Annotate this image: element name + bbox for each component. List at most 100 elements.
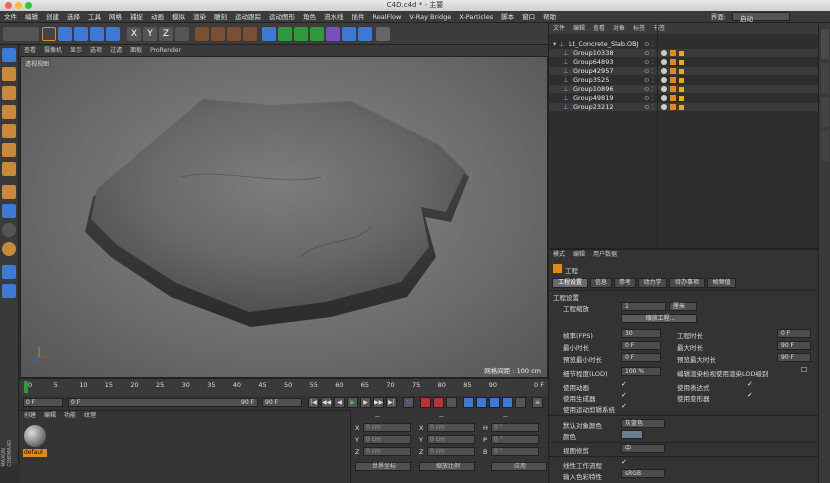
- attr-menu-item-2[interactable]: 用户数据: [589, 250, 621, 260]
- phong-tag-icon[interactable]: [679, 78, 684, 83]
- material-name[interactable]: defaul: [23, 449, 47, 457]
- material-tag-icon[interactable]: [661, 104, 667, 110]
- keyframe-selection-icon[interactable]: [446, 397, 457, 408]
- menu-item-0[interactable]: 文件: [0, 11, 21, 23]
- phong-tag-icon[interactable]: [679, 51, 684, 56]
- param-key-icon[interactable]: [502, 397, 513, 408]
- material-tag-icon[interactable]: [661, 68, 667, 74]
- menu-item-11[interactable]: 运动跟踪: [231, 11, 265, 23]
- timeline-ruler[interactable]: 0 F 0 5 10 15 20 25 30 35 40 45 50 55 60 65 70 75 80 85 90: [20, 378, 548, 396]
- phong-tag-icon[interactable]: [679, 69, 684, 74]
- tweak-mode-icon[interactable]: [2, 185, 16, 199]
- edge-mode-icon[interactable]: [2, 124, 16, 138]
- menu-item-13[interactable]: 角色: [299, 11, 320, 23]
- menu-item-20[interactable]: 窗口: [518, 11, 539, 23]
- material-tag-icon[interactable]: [661, 95, 667, 101]
- render-view-icon[interactable]: [195, 27, 209, 41]
- texture-tag-icon[interactable]: [670, 104, 676, 110]
- rotation-key-icon[interactable]: [489, 397, 500, 408]
- linear-workflow-checkbox[interactable]: ✓: [621, 458, 627, 466]
- y-axis-icon[interactable]: Y: [143, 27, 157, 41]
- deformer-icon[interactable]: [326, 27, 340, 41]
- side-tab-structure[interactable]: [821, 97, 829, 127]
- phong-tag-icon[interactable]: [679, 60, 684, 65]
- use-deformer-checkbox[interactable]: ✓: [747, 391, 753, 399]
- visibility-dots-icon[interactable]: ⊙ ⁚: [644, 40, 654, 48]
- prev-key-icon[interactable]: ◀◀: [321, 397, 332, 408]
- menu-item-7[interactable]: 动画: [147, 11, 168, 23]
- material-tag-icon[interactable]: [661, 86, 667, 92]
- coord-size-field[interactable]: 0 cm: [427, 435, 475, 444]
- menu-item-12[interactable]: 运动图形: [265, 11, 299, 23]
- auto-key-icon[interactable]: [433, 397, 444, 408]
- material-menu-item-3[interactable]: 纹理: [80, 411, 100, 420]
- zoom-window-icon[interactable]: [25, 2, 32, 9]
- visibility-dots-icon[interactable]: ⊙ ⁚: [644, 94, 654, 102]
- scene-icon[interactable]: [342, 27, 356, 41]
- preview-min-field[interactable]: 0 F: [621, 353, 661, 362]
- side-tab-layers[interactable]: [821, 131, 829, 161]
- menu-item-5[interactable]: 网格: [105, 11, 126, 23]
- undo-redo-icon[interactable]: [3, 27, 39, 41]
- render-picture-icon[interactable]: [211, 27, 225, 41]
- texture-tag-icon[interactable]: [670, 59, 676, 65]
- menu-item-10[interactable]: 雕刻: [210, 11, 231, 23]
- x-axis-icon[interactable]: X: [127, 27, 141, 41]
- end-frame-field[interactable]: 90 F: [262, 398, 302, 407]
- expand-icon[interactable]: ▾: [553, 40, 556, 48]
- apply-button[interactable]: 应用: [491, 462, 547, 471]
- attr-tab-2[interactable]: 参考: [614, 278, 636, 288]
- workplane-icon[interactable]: [2, 242, 16, 256]
- visibility-dots-icon[interactable]: ⊙ ⁚: [644, 76, 654, 84]
- position-key-icon[interactable]: [463, 397, 474, 408]
- coord-size-field[interactable]: 0 cm: [427, 423, 475, 432]
- attr-menu-item-1[interactable]: 编辑: [569, 250, 589, 260]
- coord-pos-field[interactable]: 0 cm: [363, 447, 411, 456]
- attr-tab-0[interactable]: 工程设置: [552, 278, 588, 288]
- menu-item-4[interactable]: 工具: [84, 11, 105, 23]
- side-tab-content[interactable]: [821, 63, 829, 93]
- use-expression-checkbox[interactable]: ✓: [747, 380, 753, 388]
- world-coord-select[interactable]: 世界坐标: [355, 462, 411, 471]
- coord-pos-field[interactable]: 0 cm: [363, 423, 411, 432]
- visibility-dots-icon[interactable]: ⊙ ⁚: [644, 85, 654, 93]
- lod-field[interactable]: 100 %: [621, 367, 661, 376]
- pla-key-icon[interactable]: [515, 397, 526, 408]
- attr-menu-item-0[interactable]: 模式: [549, 250, 569, 260]
- texture-tag-icon[interactable]: [670, 95, 676, 101]
- menu-item-21[interactable]: 帮助: [539, 11, 560, 23]
- scale-mode-select[interactable]: 缩放比例: [419, 462, 475, 471]
- menu-item-6[interactable]: 捕捉: [126, 11, 147, 23]
- menu-item-16[interactable]: RealFlow: [369, 11, 406, 23]
- move-icon[interactable]: [58, 27, 72, 41]
- close-window-icon[interactable]: [5, 2, 12, 9]
- default-material-swatch[interactable]: [24, 425, 46, 447]
- menu-item-18[interactable]: X-Particles: [455, 11, 497, 23]
- start-frame-field[interactable]: 0 F: [23, 398, 63, 407]
- om-menu-item-3[interactable]: 对象: [609, 23, 629, 34]
- render-settings-icon[interactable]: [227, 27, 241, 41]
- project-scale-field[interactable]: 1: [621, 302, 666, 311]
- material-menu-item-2[interactable]: 功能: [60, 411, 80, 420]
- light-icon[interactable]: [376, 27, 390, 41]
- next-key-icon[interactable]: ▶▶: [373, 397, 384, 408]
- view-clip-select[interactable]: 中: [621, 444, 665, 453]
- texture-tag-icon[interactable]: [670, 77, 676, 83]
- viewport-menu-item-4[interactable]: 过滤: [106, 45, 126, 56]
- preview-max-field[interactable]: 90 F: [777, 353, 811, 362]
- max-time-field[interactable]: 90 F: [777, 341, 811, 350]
- default-color-select[interactable]: 灰蓝色: [621, 419, 665, 428]
- project-scale-unit[interactable]: 厘米: [669, 302, 697, 311]
- viewport-menu-item-3[interactable]: 选项: [86, 45, 106, 56]
- coord-pos-field[interactable]: 0 cm: [363, 435, 411, 444]
- visibility-dots-icon[interactable]: ⊙ ⁚: [644, 58, 654, 66]
- viewport-menu-item-5[interactable]: 面板: [126, 45, 146, 56]
- material-menu-item-0[interactable]: 创建: [20, 411, 40, 420]
- object-row[interactable]: ⊥ Group42957 ⊙ ⁚: [549, 67, 819, 75]
- prev-frame-icon[interactable]: ◀: [334, 397, 345, 408]
- object-row[interactable]: ⊥ Group23212 ⊙ ⁚: [549, 103, 819, 111]
- solo-icon[interactable]: [2, 223, 16, 237]
- side-tab-objects[interactable]: [821, 29, 829, 59]
- timeline-menu-icon[interactable]: ≡: [532, 397, 543, 408]
- menu-item-15[interactable]: 插件: [348, 11, 369, 23]
